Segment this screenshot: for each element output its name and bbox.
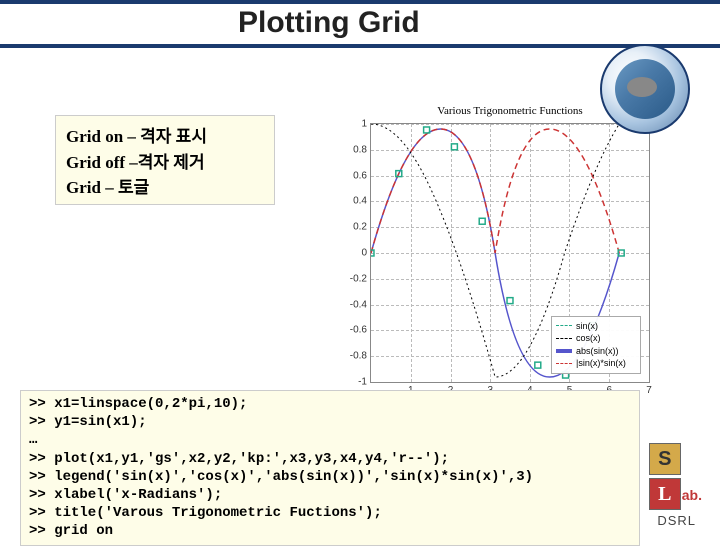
- chart-legend: sin(x) cos(x) abs(sin(x)) |sin(x)*sin(x): [551, 316, 641, 374]
- globe-logo: [600, 44, 690, 134]
- ytick: 0.6: [343, 170, 367, 181]
- logo-suffix: ab.: [682, 487, 702, 503]
- ytick: 0.4: [343, 196, 367, 207]
- info-line-3: Grid – 토글: [66, 175, 264, 201]
- code-line: >> xlabel('x-Radians');: [29, 486, 631, 504]
- footer-logo: S L ab.: [649, 443, 702, 510]
- ytick: 0: [343, 248, 367, 259]
- ytick: -0.8: [343, 351, 367, 362]
- ytick: 0.8: [343, 144, 367, 155]
- code-line: >> title('Varous Trigonometric Fuctions'…: [29, 504, 631, 522]
- plot-axes: 1 0.8 0.6 0.4 0.2 0 -0.2 -0.4 -0.6 -0.8 …: [370, 123, 650, 383]
- ytick: -1: [343, 377, 367, 388]
- header-bar: Plotting Grid: [0, 0, 720, 48]
- code-line: >> plot(x1,y1,'gs',x2,y2,'kp:',x3,y3,x4,…: [29, 450, 631, 468]
- code-line: >> grid on: [29, 522, 631, 540]
- info-line-1: Grid on – 격자 표시: [66, 124, 264, 150]
- code-line: >> legend('sin(x)','cos(x)','abs(sin(x))…: [29, 468, 631, 486]
- code-block: >> x1=linspace(0,2*pi,10); >> y1=sin(x1)…: [20, 390, 640, 546]
- ytick: 1: [343, 119, 367, 130]
- ytick: 0.2: [343, 222, 367, 233]
- ytick: -0.4: [343, 299, 367, 310]
- dsrl-text: DSRL: [657, 513, 696, 528]
- logo-s: S: [649, 443, 681, 475]
- xtick: 7: [646, 385, 652, 396]
- info-line-2: Grid off –격자 제거: [66, 150, 264, 176]
- code-line: …: [29, 431, 631, 449]
- ytick: -0.6: [343, 325, 367, 336]
- grid-info-box: Grid on – 격자 표시 Grid off –격자 제거 Grid – 토…: [55, 115, 275, 205]
- logo-l: L: [649, 478, 681, 510]
- code-line: >> x1=linspace(0,2*pi,10);: [29, 395, 631, 413]
- code-line: >> y1=sin(x1);: [29, 413, 631, 431]
- chart-figure: Various Trigonometric Functions 1 0.8 0.…: [340, 105, 680, 415]
- page-title: Plotting Grid: [238, 6, 420, 40]
- ytick: -0.2: [343, 273, 367, 284]
